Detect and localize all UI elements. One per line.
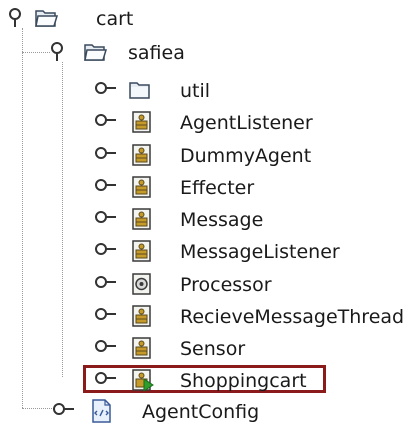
collapsed-handle-icon[interactable] xyxy=(94,207,118,229)
java-interface-icon xyxy=(132,273,151,295)
tree-item-cart[interactable]: cart xyxy=(0,4,200,34)
folder-icon xyxy=(129,82,150,99)
tree-item-util[interactable]: util xyxy=(0,76,260,106)
collapsed-handle-icon[interactable] xyxy=(94,304,118,326)
expanded-handle-icon[interactable] xyxy=(50,40,74,62)
tree-item-agentlistener[interactable]: AgentListener xyxy=(0,108,380,138)
tree-item-effecter[interactable]: Effecter xyxy=(0,173,380,203)
tree-item-shoppingcart[interactable]: Shoppingcart xyxy=(0,366,380,396)
open-folder-icon xyxy=(35,10,58,27)
collapsed-handle-icon[interactable] xyxy=(94,175,118,197)
tree-item-label: AgentConfig xyxy=(142,401,260,423)
project-tree: cart safiea util AgentListener DummyAgen… xyxy=(0,0,419,424)
collapsed-handle-icon[interactable] xyxy=(94,368,118,390)
java-class-icon xyxy=(132,337,151,359)
tree-item-label: RecieveMessageThread xyxy=(180,306,405,328)
tree-item-label: safiea xyxy=(128,42,185,64)
tree-item-dummyagent[interactable]: DummyAgent xyxy=(0,141,380,171)
tree-item-label: Effecter xyxy=(180,177,255,199)
collapsed-handle-icon[interactable] xyxy=(94,110,118,132)
java-class-icon xyxy=(132,111,151,133)
tree-item-processor[interactable]: Processor xyxy=(0,270,380,300)
java-class-icon xyxy=(132,176,151,198)
collapsed-handle-icon[interactable] xyxy=(52,399,76,421)
java-class-icon xyxy=(132,240,151,262)
java-class-icon xyxy=(132,144,151,166)
collapsed-handle-icon[interactable] xyxy=(94,78,118,100)
tree-item-label: AgentListener xyxy=(180,112,313,134)
collapsed-handle-icon[interactable] xyxy=(94,272,118,294)
tree-item-message[interactable]: Message xyxy=(0,205,380,235)
tree-item-label: DummyAgent xyxy=(180,145,312,167)
xml-file-icon xyxy=(92,399,111,423)
java-class-icon xyxy=(132,305,151,327)
java-main-class-icon xyxy=(132,369,154,392)
collapsed-handle-icon[interactable] xyxy=(94,239,118,261)
tree-item-recievemessagethread[interactable]: RecieveMessageThread xyxy=(0,302,419,332)
tree-item-label: util xyxy=(180,80,211,102)
collapsed-handle-icon[interactable] xyxy=(94,336,118,358)
tree-item-label: Shoppingcart xyxy=(180,370,307,392)
tree-item-messagelistener[interactable]: MessageListener xyxy=(0,237,380,267)
tree-item-label: Processor xyxy=(180,274,272,296)
java-class-icon xyxy=(132,208,151,230)
open-folder-icon xyxy=(84,44,107,61)
tree-item-safiea[interactable]: safiea xyxy=(0,38,240,68)
tree-item-label: Message xyxy=(180,209,264,231)
tree-item-label: Sensor xyxy=(180,338,246,360)
collapsed-handle-icon[interactable] xyxy=(94,143,118,165)
expanded-handle-icon[interactable] xyxy=(8,6,32,28)
tree-item-label: MessageListener xyxy=(180,241,340,263)
tree-item-label: cart xyxy=(96,8,134,30)
tree-item-sensor[interactable]: Sensor xyxy=(0,334,380,364)
tree-item-agentconfig[interactable]: AgentConfig xyxy=(0,397,300,427)
